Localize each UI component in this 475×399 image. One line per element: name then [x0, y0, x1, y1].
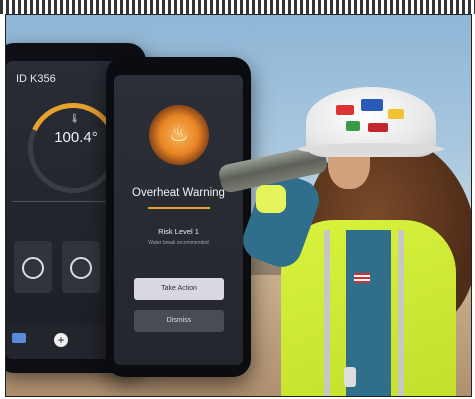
risk-level: Risk Level 1 [158, 227, 199, 236]
device-id: ID K356 [16, 73, 56, 85]
dismiss-button[interactable]: Dismiss [134, 310, 224, 332]
title-underline [148, 207, 210, 209]
wristwatch [344, 367, 356, 387]
flame-icon: ♨ [149, 105, 209, 165]
thermometer-icon: 🌡 [69, 113, 81, 123]
add-icon[interactable]: + [54, 333, 68, 347]
hat-sticker [346, 121, 360, 131]
vest-reflective-strip [398, 230, 404, 396]
vest-reflective-strip [324, 230, 330, 396]
tile-icon [22, 257, 44, 279]
hat-sticker [388, 109, 404, 119]
temperature-readout: 100.4° [54, 129, 98, 146]
hat-sticker [361, 99, 383, 111]
top-border [0, 0, 475, 14]
home-icon[interactable] [12, 333, 26, 343]
hat-sticker [368, 123, 388, 132]
hard-hat-brim [298, 143, 444, 155]
take-action-button[interactable]: Take Action [134, 278, 224, 300]
flame-glyph: ♨ [169, 121, 189, 146]
recommendation-note: Water break recommended [148, 240, 209, 246]
status-tile[interactable] [62, 241, 100, 293]
flag-patch [354, 273, 370, 283]
hat-sticker [336, 105, 354, 115]
tile-icon [70, 257, 92, 279]
front-phone: ♨ Overheat Warning Risk Level 1 Water br… [106, 57, 251, 377]
front-phone-screen: ♨ Overheat Warning Risk Level 1 Water br… [114, 75, 243, 365]
status-tile[interactable] [14, 241, 52, 293]
work-glove [256, 185, 286, 213]
photo: ID K356 🌡 100.4° + ♨ Overheat Warning Ri… [5, 14, 472, 397]
